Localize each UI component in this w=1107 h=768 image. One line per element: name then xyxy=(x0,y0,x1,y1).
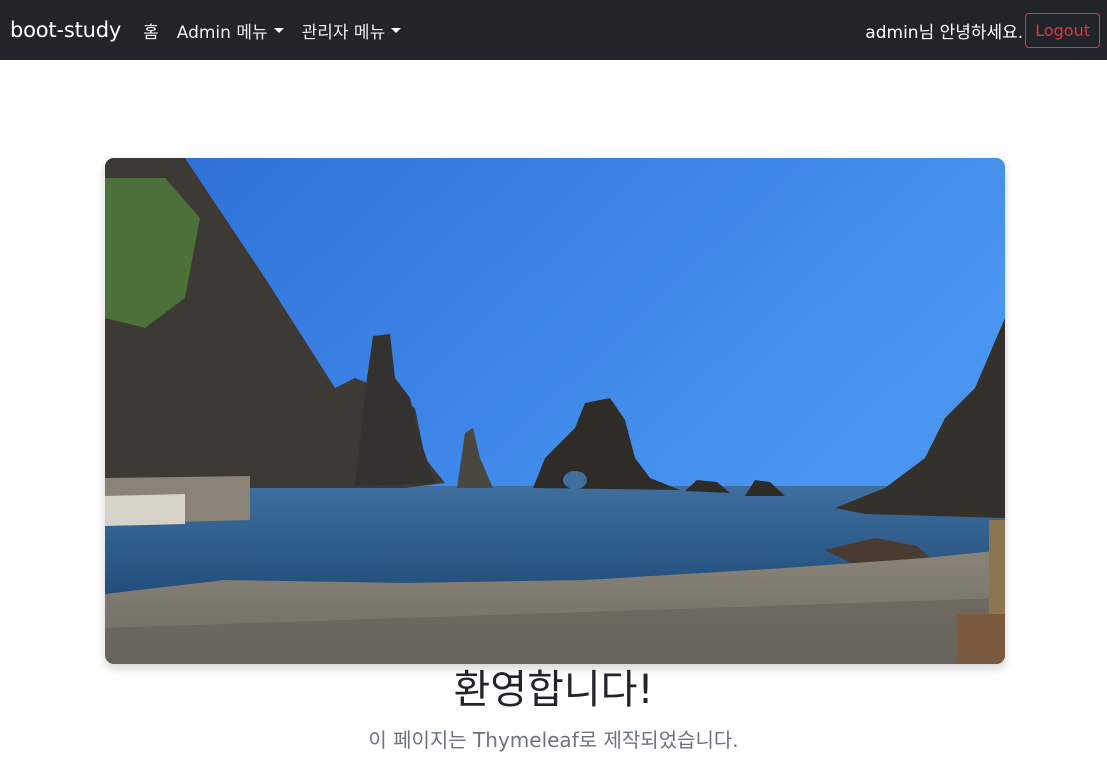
caret-down-icon xyxy=(273,27,284,33)
hero-landscape-photo xyxy=(105,158,1005,664)
nav-item-home-label: 홈 xyxy=(143,22,159,43)
post xyxy=(957,614,1005,664)
nav-dropdown-manager-menu[interactable]: 관리자 메뉴 xyxy=(302,18,402,43)
hero-image xyxy=(105,158,1005,664)
nav-item-home[interactable]: 홈 xyxy=(143,18,159,43)
nav-dropdown-admin-menu-label: Admin 메뉴 xyxy=(176,22,268,43)
boat xyxy=(105,494,185,526)
railing xyxy=(989,520,1005,630)
page-subtitle: 이 페이지는 Thymeleaf로 제작되었습니다. xyxy=(368,728,739,752)
nav-dropdown-manager-menu-label: 관리자 메뉴 xyxy=(301,22,386,43)
brand-link[interactable]: boot-study xyxy=(10,18,121,42)
user-greeting: admin님 안녕하세요. xyxy=(865,22,1024,43)
arch-opening xyxy=(563,471,587,489)
nav-dropdown-admin-menu[interactable]: Admin 메뉴 xyxy=(177,18,284,43)
caret-down-icon xyxy=(391,27,402,33)
logout-button[interactable]: Logout xyxy=(1025,12,1100,48)
page-title: 환영합니다! xyxy=(453,667,654,713)
navbar: boot-study 홈 Admin 메뉴 관리자 메뉴 admin님 안녕하세… xyxy=(0,0,1107,60)
